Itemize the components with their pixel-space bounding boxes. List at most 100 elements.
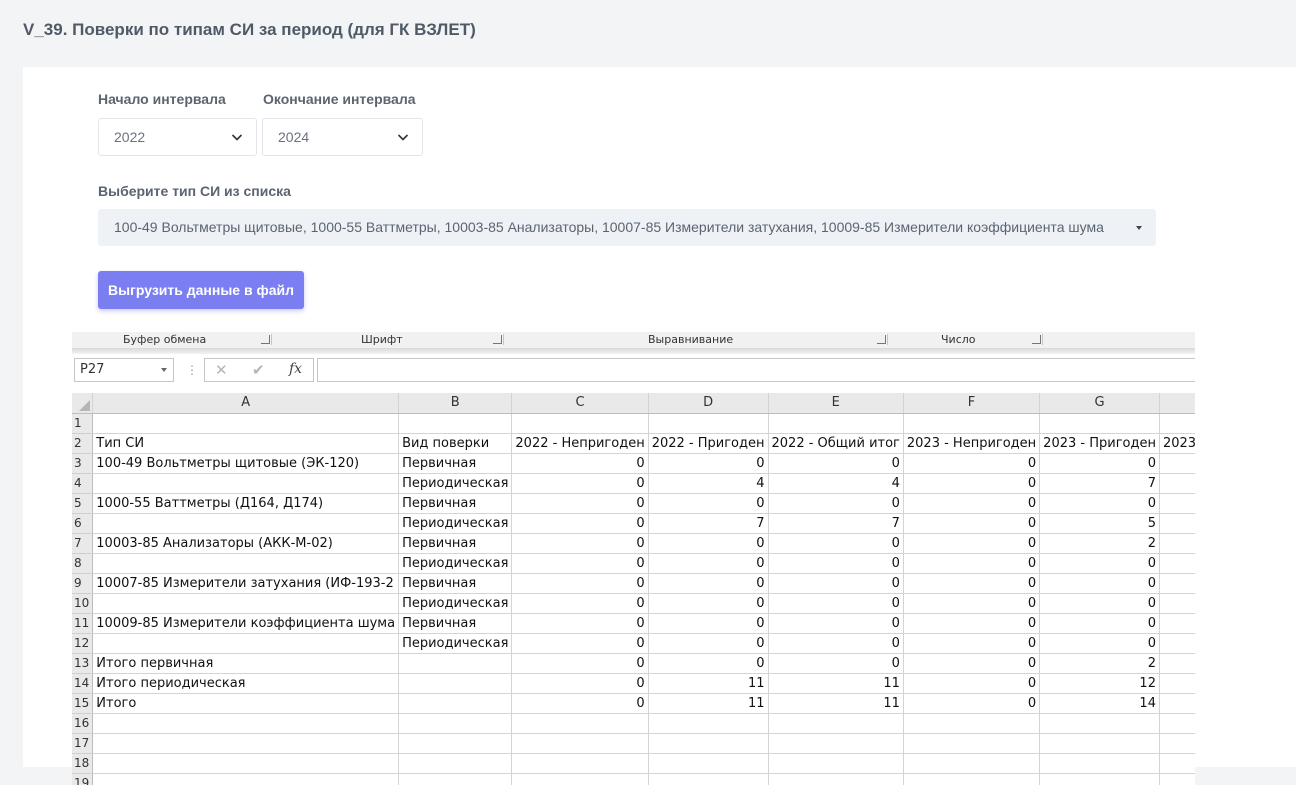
row-header: 9 xyxy=(72,573,94,594)
table-cell xyxy=(92,513,400,534)
table-cell xyxy=(1159,473,1195,494)
table-cell xyxy=(768,773,904,785)
table-cell: Тип СИ xyxy=(92,433,400,454)
table-cell xyxy=(1159,753,1195,774)
row-header: 12 xyxy=(72,633,94,654)
row-header: 6 xyxy=(72,513,94,534)
table-cell: 0 xyxy=(648,533,769,554)
table-cell xyxy=(1159,513,1195,534)
row-header: 18 xyxy=(72,753,94,774)
table-cell: 0 xyxy=(768,613,904,634)
table-cell xyxy=(92,413,400,434)
start-interval-select[interactable]: 2022 xyxy=(98,118,257,156)
table-cell: 0 xyxy=(511,473,649,494)
type-select-label: Выберите тип СИ из списка xyxy=(98,183,291,199)
formula-tools: ✕ ✔ fx xyxy=(204,358,314,382)
spreadsheet-grid: A B C D E F G 1 2 Тип СИ Вид поверки 2022 - Неприг… xyxy=(72,393,1195,785)
formula-bar: P27 ⋮ ✕ ✔ fx xyxy=(72,354,1195,386)
launcher-icon xyxy=(493,335,502,344)
table-cell: 0 xyxy=(903,533,1041,554)
table-cell: 0 xyxy=(903,693,1041,714)
launcher-icon xyxy=(877,335,886,344)
export-file-button[interactable]: Выгрузить данные в файл xyxy=(98,271,304,309)
table-cell: 0 xyxy=(511,593,649,614)
table-cell: 10009-85 Измерители коэффициента шума xyxy=(92,613,400,634)
table-cell: Итого первичная xyxy=(92,653,400,674)
table-cell xyxy=(511,733,649,754)
table-cell: 0 xyxy=(1039,613,1160,634)
table-cell xyxy=(92,633,400,654)
row-header: 8 xyxy=(72,553,94,574)
column-header: G xyxy=(1039,393,1160,414)
table-cell xyxy=(398,413,513,434)
end-interval-select[interactable]: 2024 xyxy=(262,118,423,156)
table-cell: 10007-85 Измерители затухания (ИФ-193-2 xyxy=(92,573,400,594)
table-cell xyxy=(1159,493,1195,514)
table-cell xyxy=(903,773,1041,785)
table-cell: 0 xyxy=(903,573,1041,594)
table-row: 14 Итого периодическая 0 11 11 0 12 xyxy=(72,673,1195,694)
table-cell: 0 xyxy=(648,553,769,574)
name-box-value: P27 xyxy=(80,362,105,377)
table-cell: 0 xyxy=(768,453,904,474)
excel-ribbon: Буфер обмена Шрифт Выравнивание Число xyxy=(72,332,1195,348)
table-cell: 2022 - Непригоден xyxy=(511,433,649,454)
table-cell xyxy=(1159,633,1195,654)
table-cell xyxy=(92,773,400,785)
table-cell: 0 xyxy=(1039,633,1160,654)
table-cell xyxy=(511,713,649,734)
column-header xyxy=(1159,393,1195,414)
table-cell: Первичная xyxy=(398,573,513,594)
table-cell xyxy=(768,733,904,754)
excel-preview: Буфер обмена Шрифт Выравнивание Число P2… xyxy=(72,332,1195,785)
table-cell: 2022 - Общий итог xyxy=(768,433,904,454)
table-cell: Периодическая xyxy=(398,553,513,574)
row-header: 4 xyxy=(72,473,94,494)
column-header: F xyxy=(903,393,1041,414)
table-cell: 0 xyxy=(648,493,769,514)
table-row: 18 xyxy=(72,753,1195,774)
table-cell: Итого периодическая xyxy=(92,673,400,694)
table-cell xyxy=(903,413,1041,434)
table-cell: 0 xyxy=(648,613,769,634)
table-cell xyxy=(1159,573,1195,594)
ribbon-separator xyxy=(503,334,504,345)
dropdown-icon xyxy=(161,368,167,372)
table-cell: 0 xyxy=(511,573,649,594)
table-row: 10 Периодическая 0 0 0 0 0 xyxy=(72,593,1195,614)
table-cell: 0 xyxy=(648,573,769,594)
row-header: 15 xyxy=(72,693,94,714)
table-cell: 2023 - Пригоден xyxy=(1039,433,1160,454)
table-cell: 0 xyxy=(648,633,769,654)
table-cell: Итого xyxy=(92,693,400,714)
cancel-icon: ✕ xyxy=(215,361,228,379)
table-cell: 10003-85 Анализаторы (АКК-М-02) xyxy=(92,533,400,554)
column-header: B xyxy=(398,393,513,414)
table-cell: 0 xyxy=(768,493,904,514)
table-cell xyxy=(1159,593,1195,614)
table-cell xyxy=(1159,773,1195,785)
row-header: 3 xyxy=(72,453,94,474)
check-icon: ✔ xyxy=(252,361,265,379)
table-cell: 0 xyxy=(903,633,1041,654)
table-cell: 0 xyxy=(1039,553,1160,574)
caret-down-icon xyxy=(1136,226,1142,230)
table-cell xyxy=(903,753,1041,774)
ribbon-group-clipboard: Буфер обмена xyxy=(123,333,207,346)
table-cell xyxy=(1159,533,1195,554)
table-cell: 0 xyxy=(768,533,904,554)
type-multiselect[interactable]: 100-49 Вольтметры щитовые, 1000-55 Ваттм… xyxy=(98,209,1156,246)
ribbon-separator xyxy=(1042,334,1043,345)
table-row: 5 1000-55 Ваттметры (Д164, Д174) Первичная… xyxy=(72,493,1195,514)
ribbon-group-font: Шрифт xyxy=(361,333,403,346)
table-cell xyxy=(398,693,513,714)
table-cell xyxy=(1039,733,1160,754)
table-cell: 7 xyxy=(1039,473,1160,494)
table-cell xyxy=(903,713,1041,734)
type-multiselect-value: 100-49 Вольтметры щитовые, 1000-55 Ваттм… xyxy=(114,219,1104,235)
table-cell: 0 xyxy=(511,553,649,574)
table-cell: 0 xyxy=(1039,593,1160,614)
table-cell xyxy=(903,733,1041,754)
row-header: 17 xyxy=(72,733,94,754)
table-cell: 0 xyxy=(768,633,904,654)
